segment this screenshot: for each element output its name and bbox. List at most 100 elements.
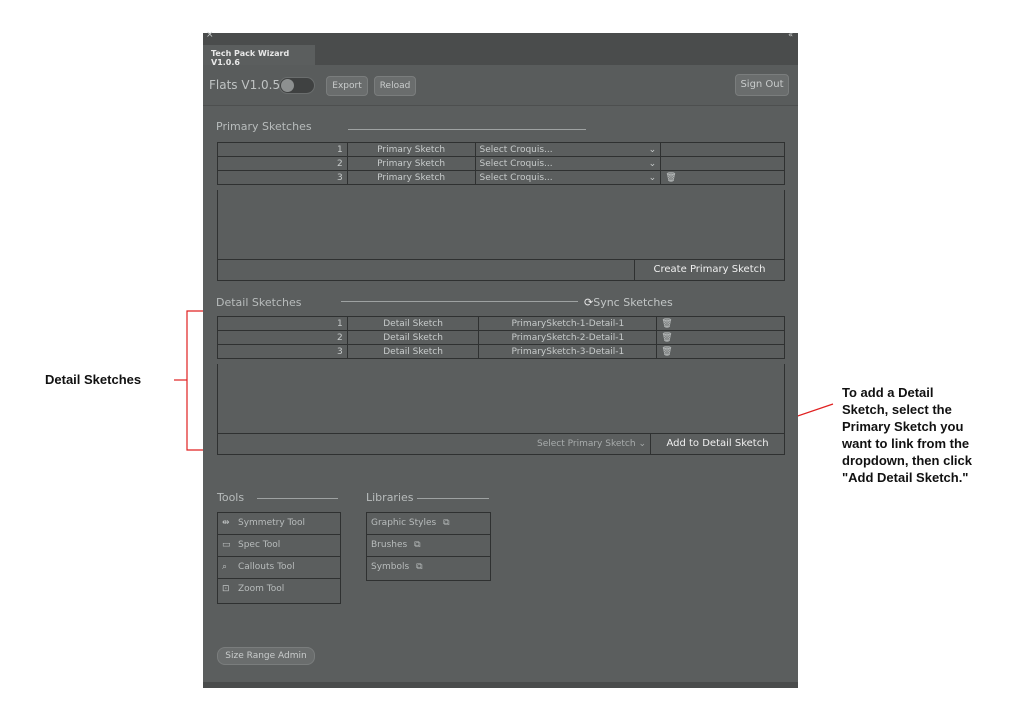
export-button[interactable]: Export	[326, 76, 368, 96]
create-primary-sketch-button[interactable]: Create Primary Sketch	[634, 260, 784, 280]
croquis-select[interactable]: Select Croquis... ⌄	[474, 142, 662, 157]
tool-item-symmetry[interactable]: ⇹ Symmetry Tool	[218, 513, 340, 535]
sync-sketches-label: Sync Sketches	[593, 296, 673, 309]
trash-icon[interactable]: 🗑	[665, 173, 676, 183]
library-item-symbols[interactable]: Symbols ⧉	[367, 557, 490, 579]
detail-sketches-table: 1 Detail Sketch PrimarySketch-1-Detail-1…	[217, 316, 785, 359]
tool-item-spec[interactable]: ▭ Spec Tool	[218, 535, 340, 557]
flats-version-label: Flats V1.0.5	[209, 78, 281, 92]
library-label: Symbols	[371, 562, 410, 572]
primary-footer-bar: Create Primary Sketch	[217, 259, 785, 281]
detail-sketches-empty-area	[217, 364, 785, 434]
trash-icon[interactable]: 🗑	[661, 333, 672, 343]
tools-title: Tools	[217, 491, 245, 504]
delete-cell	[660, 156, 785, 171]
row-number: 2	[217, 156, 348, 171]
delete-cell[interactable]: 🗑	[656, 344, 785, 359]
external-link-icon: ⧉	[443, 518, 450, 528]
close-icon[interactable]: ×	[206, 30, 214, 40]
table-row[interactable]: 3 Primary Sketch Select Croquis... ⌄ 🗑	[217, 170, 785, 185]
flats-toggle[interactable]	[279, 77, 315, 94]
annotation-detail-sketches-label: Detail Sketches	[45, 372, 142, 387]
add-to-detail-sketch-button[interactable]: Add to Detail Sketch	[650, 434, 784, 454]
annotation-line: "Add Detail Sketch."	[842, 470, 969, 485]
library-item-graphic-styles[interactable]: Graphic Styles ⧉	[367, 513, 490, 535]
sync-sketches-button[interactable]: ⟳Sync Sketches	[584, 296, 673, 309]
linked-primary: PrimarySketch-3-Detail-1	[478, 344, 658, 359]
croquis-select-value: Select Croquis...	[479, 172, 553, 183]
annotation-line: want to link from the	[842, 436, 970, 451]
delete-cell[interactable]: 🗑	[660, 170, 785, 185]
detail-title-rule	[341, 301, 578, 302]
table-row[interactable]: 2 Primary Sketch Select Croquis... ⌄	[217, 156, 785, 171]
croquis-select-value: Select Croquis...	[479, 158, 553, 169]
zoom-icon: ⊡	[222, 584, 230, 594]
trash-icon[interactable]: 🗑	[661, 319, 672, 329]
row-number: 3	[217, 170, 348, 185]
toggle-knob	[281, 79, 294, 92]
collapse-icon[interactable]: «	[788, 30, 793, 39]
sketch-name: Primary Sketch	[346, 156, 476, 171]
chevron-down-icon: ⌄	[648, 144, 657, 155]
delete-cell[interactable]: 🗑	[656, 316, 785, 331]
sign-out-button[interactable]: Sign Out	[735, 74, 789, 96]
linked-primary: PrimarySketch-1-Detail-1	[478, 316, 658, 331]
select-primary-sketch-dropdown[interactable]: Select Primary Sketch ⌄	[518, 434, 650, 454]
tool-label: Callouts Tool	[238, 562, 295, 572]
library-item-brushes[interactable]: Brushes ⧉	[367, 535, 490, 557]
library-label: Brushes	[371, 540, 408, 550]
detail-sketch-name: Detail Sketch	[346, 330, 480, 345]
row-number: 3	[217, 344, 348, 359]
libraries-title: Libraries	[366, 491, 414, 504]
tools-title-rule	[257, 498, 338, 499]
symmetry-icon: ⇹	[222, 518, 230, 528]
primary-sketches-empty-area	[217, 190, 785, 260]
window-titlebar: × «	[203, 30, 798, 43]
library-label: Graphic Styles	[371, 518, 437, 528]
row-number: 1	[217, 142, 348, 157]
panel-bottom-strip	[203, 682, 798, 688]
chevron-down-icon: ⌄	[638, 439, 646, 449]
delete-cell[interactable]: 🗑	[656, 330, 785, 345]
select-primary-sketch-label: Select Primary Sketch	[536, 439, 636, 449]
tool-label: Zoom Tool	[238, 584, 285, 594]
trash-icon[interactable]: 🗑	[661, 347, 672, 357]
reload-button[interactable]: Reload	[374, 76, 416, 96]
annotation-line: To add a Detail	[842, 385, 934, 400]
table-row[interactable]: 1 Detail Sketch PrimarySketch-1-Detail-1…	[217, 316, 785, 331]
tab-bar: Tech Pack Wizard V1.0.6	[203, 43, 798, 67]
size-range-admin-button[interactable]: Size Range Admin	[217, 647, 315, 665]
tech-pack-wizard-panel: × « Tech Pack Wizard V1.0.6 Flats V1.0.5…	[203, 30, 798, 688]
delete-cell	[660, 142, 785, 157]
sync-icon: ⟳	[584, 296, 594, 309]
croquis-select[interactable]: Select Croquis... ⌄	[474, 170, 662, 185]
chevron-down-icon: ⌄	[648, 172, 657, 183]
tool-label: Spec Tool	[238, 540, 281, 550]
linked-primary: PrimarySketch-2-Detail-1	[478, 330, 658, 345]
croquis-select[interactable]: Select Croquis... ⌄	[474, 156, 662, 171]
toolbar: Flats V1.0.5 Export Reload Sign Out	[203, 65, 798, 106]
annotation-line: dropdown, then click	[842, 453, 973, 468]
row-number: 2	[217, 330, 348, 345]
primary-sketches-table: 1 Primary Sketch Select Croquis... ⌄ 2 Pr…	[217, 142, 785, 185]
annotation-line: Sketch, select the	[842, 402, 952, 417]
tool-item-zoom[interactable]: ⊡ Zoom Tool	[218, 579, 340, 601]
detail-footer-bar: Select Primary Sketch ⌄ Add to Detail Sk…	[217, 433, 785, 455]
detail-sketch-name: Detail Sketch	[346, 344, 480, 359]
external-link-icon: ⧉	[414, 540, 421, 550]
detail-sketches-title: Detail Sketches	[216, 296, 302, 309]
tool-item-callouts[interactable]: ⌕ Callouts Tool	[218, 557, 340, 579]
table-row[interactable]: 2 Detail Sketch PrimarySketch-2-Detail-1…	[217, 330, 785, 345]
tab-tech-pack-wizard[interactable]: Tech Pack Wizard V1.0.6	[203, 45, 315, 67]
table-row[interactable]: 3 Detail Sketch PrimarySketch-3-Detail-1…	[217, 344, 785, 359]
detail-sketch-name: Detail Sketch	[346, 316, 480, 331]
tool-label: Symmetry Tool	[238, 518, 306, 528]
row-number: 1	[217, 316, 348, 331]
table-row[interactable]: 1 Primary Sketch Select Croquis... ⌄	[217, 142, 785, 157]
sketch-name: Primary Sketch	[346, 170, 476, 185]
primary-sketches-title: Primary Sketches	[216, 120, 312, 133]
libraries-list: Graphic Styles ⧉ Brushes ⧉ Symbols ⧉	[366, 512, 491, 581]
spec-icon: ▭	[222, 540, 231, 550]
primary-title-rule	[348, 129, 586, 130]
annotation-line: Primary Sketch you	[842, 419, 964, 434]
